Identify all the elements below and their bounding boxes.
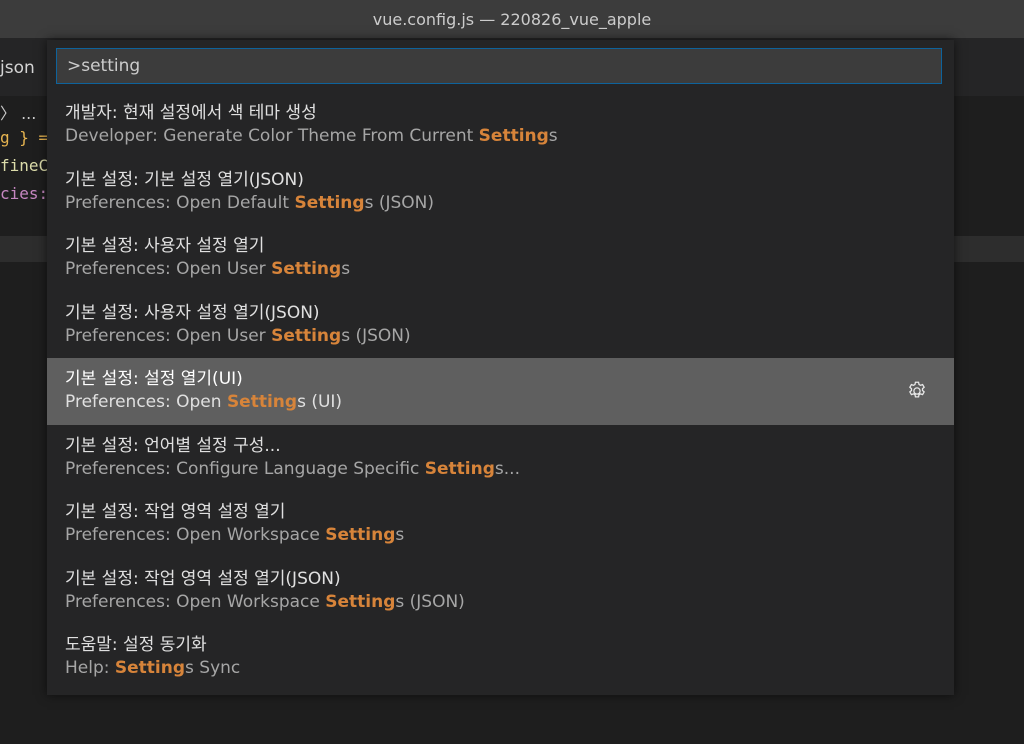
detail-text: s [395, 525, 405, 545]
command-item-detail: Preferences: Open Workspace Settings (JS… [65, 592, 465, 612]
detail-text: s... [494, 458, 520, 479]
detail-text: s (JSON) [395, 591, 465, 612]
command-item-detail: Preferences: Open User Settings (JSON) [65, 326, 411, 346]
command-item-detail: Preferences: Open Workspace Settings [65, 525, 404, 545]
code-line: g } = [0, 128, 49, 147]
detail-text: Preferences: Open Workspace [65, 525, 326, 545]
command-item[interactable]: 기본 설정: 설정 열기(UI) Preferences: Open Settin… [47, 358, 954, 425]
command-item[interactable]: 도움말: 설정 동기화 Help: Settings Sync [47, 624, 954, 691]
detail-match-highlight: Setting [325, 591, 396, 612]
command-item[interactable]: 기본 설정: 언어별 설정 구성... Preferences: Configur… [47, 425, 954, 492]
window-title: vue.config.js — 220826_vue_apple [372, 9, 652, 29]
command-item[interactable]: 기본 설정: 사용자 설정 열기 Preferences: Open User S… [47, 225, 954, 292]
detail-match-highlight: Setting [294, 192, 365, 213]
detail-text: s (JSON) [341, 325, 411, 346]
code-line: fineC [0, 156, 49, 175]
command-item-detail: Preferences: Open Settings (UI) [65, 392, 342, 412]
gear-icon[interactable] [906, 380, 928, 402]
detail-text: Preferences: Configure Language Specific [65, 458, 425, 479]
detail-text: s (UI) [297, 392, 343, 412]
detail-match-highlight: Setting [325, 525, 396, 545]
detail-text: Preferences: Open User [65, 325, 272, 346]
detail-match-highlight: Setting [114, 658, 186, 678]
command-item-detail: Preferences: Open Default Settings (JSON… [65, 193, 434, 213]
command-item-detail: Developer: Generate Color Theme From Cur… [65, 126, 558, 146]
detail-text: s [341, 259, 351, 279]
detail-match-highlight: Setting [226, 392, 298, 412]
command-item[interactable]: 기본 설정: 사용자 설정 열기(JSON) Preferences: Open … [47, 292, 954, 359]
command-input-container [56, 48, 942, 84]
breadcrumb[interactable]: 〉 ... [0, 100, 36, 124]
command-item-label: 기본 설정: 설정 열기(UI) [65, 369, 243, 389]
command-palette: 개발자: 현재 설정에서 색 테마 생성 Developer: Generate … [47, 40, 954, 695]
command-item-detail: Preferences: Open User Settings [65, 259, 350, 279]
command-item-label: 기본 설정: 작업 영역 설정 열기(JSON) [65, 568, 341, 589]
command-item[interactable]: 기본 설정: 작업 영역 설정 열기(JSON) Preferences: Ope… [47, 558, 954, 625]
command-item-label: 기본 설정: 언어별 설정 구성... [65, 435, 281, 456]
command-item-label: 기본 설정: 기본 설정 열기(JSON) [65, 169, 304, 190]
command-item-detail: Preferences: Configure Language Specific… [65, 459, 520, 479]
detail-text: Preferences: Open [65, 392, 227, 412]
command-item-label: 기본 설정: 작업 영역 설정 열기 [65, 502, 286, 522]
editor-tab-fragment[interactable]: json [0, 58, 35, 78]
command-item[interactable]: 기본 설정: 기본 설정 열기(JSON) Preferences: Open D… [47, 159, 954, 226]
detail-text: s Sync [185, 658, 241, 678]
command-item-label: 개발자: 현재 설정에서 색 테마 생성 [65, 103, 317, 123]
detail-match-highlight: Setting [271, 259, 342, 279]
detail-text: Developer: Generate Color Theme From Cur… [65, 126, 479, 146]
command-item-label: 기본 설정: 사용자 설정 열기 [65, 236, 265, 256]
command-search-input[interactable] [65, 55, 941, 77]
detail-match-highlight: Setting [424, 458, 495, 479]
command-item[interactable]: 기본 설정: 작업 영역 설정 열기 Preferences: Open Work… [47, 491, 954, 558]
command-item[interactable]: 개발자: 현재 설정에서 색 테마 생성 Developer: Generate … [47, 92, 954, 159]
detail-text: Help: [65, 658, 115, 678]
code-line: cies: [0, 184, 49, 203]
command-list: 개발자: 현재 설정에서 색 테마 생성 Developer: Generate … [47, 92, 954, 691]
window-titlebar: vue.config.js — 220826_vue_apple [0, 0, 1024, 38]
command-item-detail: Help: Settings Sync [65, 658, 240, 678]
detail-text: Preferences: Open User [65, 259, 272, 279]
detail-match-highlight: Setting [271, 325, 342, 346]
detail-text: Preferences: Open Default [65, 192, 295, 213]
detail-text: Preferences: Open Workspace [65, 591, 326, 612]
detail-text: s (JSON) [364, 192, 435, 213]
command-item-label: 도움말: 설정 동기화 [65, 635, 207, 655]
detail-match-highlight: Setting [478, 126, 549, 146]
command-item-label: 기본 설정: 사용자 설정 열기(JSON) [65, 302, 320, 323]
detail-text: s [548, 126, 558, 146]
